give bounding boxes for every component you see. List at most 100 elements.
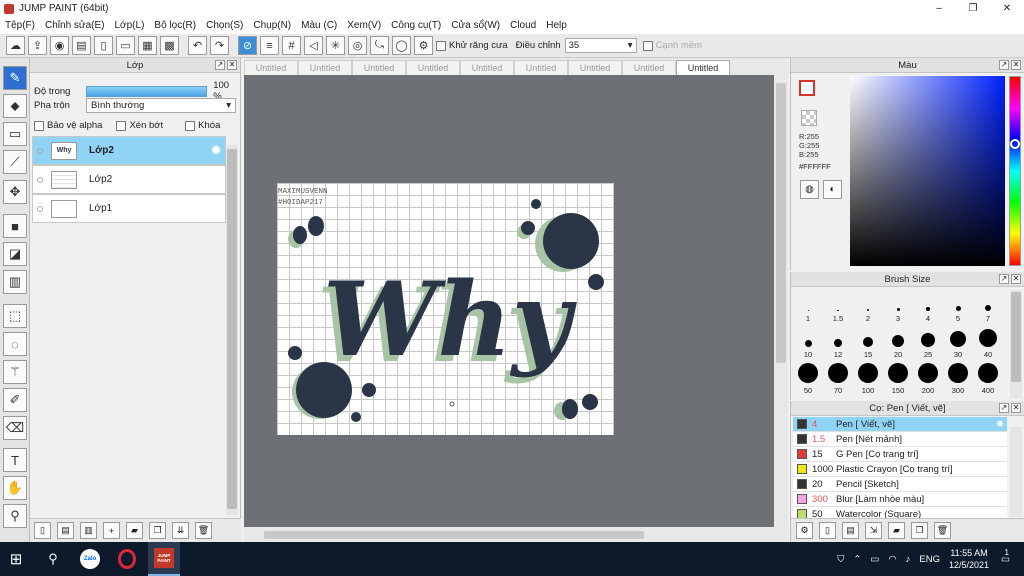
tab-untitled[interactable]: Untitled xyxy=(514,60,568,75)
concentric-icon[interactable]: ◎ xyxy=(348,36,367,55)
trash-icon[interactable]: 🗑 xyxy=(934,522,951,539)
folder-icon[interactable]: ▰ xyxy=(888,522,905,539)
duplicate-brush-icon[interactable]: ❐ xyxy=(911,522,928,539)
visibility-icon[interactable] xyxy=(37,205,43,212)
maximize-button[interactable]: ❐ xyxy=(956,0,990,17)
bucket-tool-icon[interactable]: ◪ xyxy=(3,242,27,266)
eraser-tool-icon[interactable]: ⬥ xyxy=(3,94,27,118)
duplicate-layer-icon[interactable]: ❐ xyxy=(149,522,166,539)
undo-icon[interactable]: ↶ xyxy=(188,36,207,55)
menu-capture[interactable]: Chụp(N) xyxy=(248,20,296,31)
chevron-up-icon[interactable]: ⌃ xyxy=(853,554,861,565)
select-eraser-icon[interactable]: ⌫ xyxy=(3,416,27,440)
menu-cloud[interactable]: Cloud xyxy=(505,20,541,31)
antialias-checkbox[interactable] xyxy=(436,40,446,51)
tab-untitled[interactable]: Untitled xyxy=(676,60,730,75)
text-balloon-icon[interactable]: ▤ xyxy=(72,36,91,55)
speech-bubble-icon[interactable]: ◉ xyxy=(50,36,69,55)
adjust-select[interactable]: 35 ▾ xyxy=(564,38,637,53)
page-icon[interactable]: ▯ xyxy=(94,36,113,55)
rect-select-icon[interactable]: ⬚ xyxy=(3,304,27,328)
panel-close-icon[interactable]: ✕ xyxy=(227,60,237,70)
panel-close-icon[interactable]: ✕ xyxy=(1011,274,1021,284)
tab-untitled[interactable]: Untitled xyxy=(244,60,298,75)
brush-size-option[interactable]: 25 xyxy=(913,325,943,359)
brush-size-option[interactable]: 30 xyxy=(943,325,973,359)
new-layer-8bit-icon[interactable]: ▥ xyxy=(80,522,97,539)
artboard[interactable]: MAXIMUSVENN #HOIDAP217 Why Why xyxy=(277,183,614,435)
hue-slider-knob[interactable] xyxy=(1010,139,1020,149)
select-pen-icon[interactable]: ✐ xyxy=(3,388,27,412)
fill-rect-tool-icon[interactable]: ■ xyxy=(3,214,27,238)
tab-untitled[interactable]: Untitled xyxy=(568,60,622,75)
new-layer-icon[interactable]: ▯ xyxy=(34,522,51,539)
transparent-color-swatch[interactable] xyxy=(801,110,817,126)
brush-size-option[interactable]: 2 xyxy=(853,289,883,323)
jump-paint-app-icon[interactable]: JUMP PAINT xyxy=(148,542,180,576)
opacity-slider[interactable] xyxy=(85,85,208,97)
menu-edit[interactable]: Chỉnh sửa(E) xyxy=(40,20,110,31)
brush-menu-icon[interactable]: ▤ xyxy=(842,522,859,539)
gear-icon[interactable]: ✹ xyxy=(210,142,222,159)
brush-size-option[interactable]: 5 xyxy=(943,289,973,323)
brush-size-option[interactable]: 1 xyxy=(793,289,823,323)
ellipse-icon[interactable]: ◯ xyxy=(392,36,411,55)
gear-icon[interactable]: ✹ xyxy=(996,419,1004,430)
gradient-tool-icon[interactable]: ▥ xyxy=(3,270,27,294)
pen-list-scrollbar[interactable] xyxy=(1010,427,1022,517)
panel-layout-icon[interactable]: ▦ xyxy=(138,36,157,55)
pen-item[interactable]: 1000 Plastic Crayon [Cọ trang trí] xyxy=(793,462,1007,477)
menu-view[interactable]: Xem(V) xyxy=(342,20,386,31)
search-icon[interactable]: ⚲ xyxy=(37,542,69,576)
magic-wand-icon[interactable]: ⚚ xyxy=(3,360,27,384)
grid-check-icon[interactable]: ▩ xyxy=(160,36,179,55)
menu-window[interactable]: Cửa sổ(W) xyxy=(446,20,505,31)
lasso-select-icon[interactable]: ◌ xyxy=(3,332,27,356)
brush-size-option[interactable]: 200 xyxy=(913,361,943,395)
brush-size-option[interactable]: 4 xyxy=(913,289,943,323)
undock-icon[interactable]: ↗ xyxy=(999,60,1009,70)
layer-row[interactable]: Lớp2 xyxy=(32,165,226,194)
menu-filter[interactable]: Bộ lọc(R) xyxy=(149,20,201,31)
people-icon[interactable]: ⛉ xyxy=(837,554,844,565)
line-tool-icon[interactable]: ⟋ xyxy=(3,150,27,174)
pen-item[interactable]: 15 G Pen [Cọ trang trí] xyxy=(793,447,1007,462)
menu-file[interactable]: Tệp(F) xyxy=(0,20,40,31)
settings-icon[interactable]: ⚙ xyxy=(414,36,433,55)
color-history-icon[interactable]: ◐ xyxy=(823,180,842,199)
brush-size-option[interactable]: 7 xyxy=(973,289,1003,323)
soft-edge-checkbox[interactable] xyxy=(642,40,653,51)
minimize-button[interactable]: – xyxy=(922,0,956,17)
brush-size-option[interactable]: 20 xyxy=(883,325,913,359)
foreground-color-swatch[interactable] xyxy=(799,80,815,96)
pen-item[interactable]: 1.5 Pen [Nét mảnh] xyxy=(793,432,1007,447)
import-brush-icon[interactable]: ⇲ xyxy=(865,522,882,539)
clipping-checkbox[interactable] xyxy=(116,120,127,131)
tab-untitled[interactable]: Untitled xyxy=(622,60,676,75)
folder-icon[interactable]: ▰ xyxy=(126,522,143,539)
pen-item[interactable]: 300 Blur [Làm nhòe màu] xyxy=(793,492,1007,507)
blend-select[interactable]: Bình thường ▾ xyxy=(86,98,236,113)
hue-slider[interactable] xyxy=(1009,76,1021,266)
volume-icon[interactable]: ♪ xyxy=(906,554,911,565)
eyedropper-tool-icon[interactable]: ⚲ xyxy=(3,504,27,528)
grid-snap-icon[interactable]: # xyxy=(282,36,301,55)
menu-select[interactable]: Chọn(S) xyxy=(201,20,248,31)
move-tool-icon[interactable]: ✥ xyxy=(3,180,27,204)
brush-size-option[interactable]: 3 xyxy=(883,289,913,323)
visibility-icon[interactable] xyxy=(37,147,43,154)
network-icon[interactable]: ▭ xyxy=(870,554,879,565)
brush-size-scrollbar[interactable] xyxy=(1010,290,1022,398)
panel-close-icon[interactable]: ✕ xyxy=(1011,60,1021,70)
menu-layer[interactable]: Lớp(L) xyxy=(110,20,150,31)
lock-checkbox[interactable] xyxy=(185,120,196,131)
close-button[interactable]: ✕ xyxy=(990,0,1024,17)
language-indicator[interactable]: ENG xyxy=(919,554,940,565)
saturation-value-picker[interactable] xyxy=(850,76,1005,266)
brush-size-option[interactable]: 15 xyxy=(853,325,883,359)
curve-icon[interactable]: ⤿ xyxy=(370,36,389,55)
tab-untitled[interactable]: Untitled xyxy=(406,60,460,75)
pen-tool-icon[interactable]: ✎ xyxy=(3,66,27,90)
brush-size-option[interactable]: 12 xyxy=(823,325,853,359)
add-layer-menu-icon[interactable]: + xyxy=(103,522,120,539)
